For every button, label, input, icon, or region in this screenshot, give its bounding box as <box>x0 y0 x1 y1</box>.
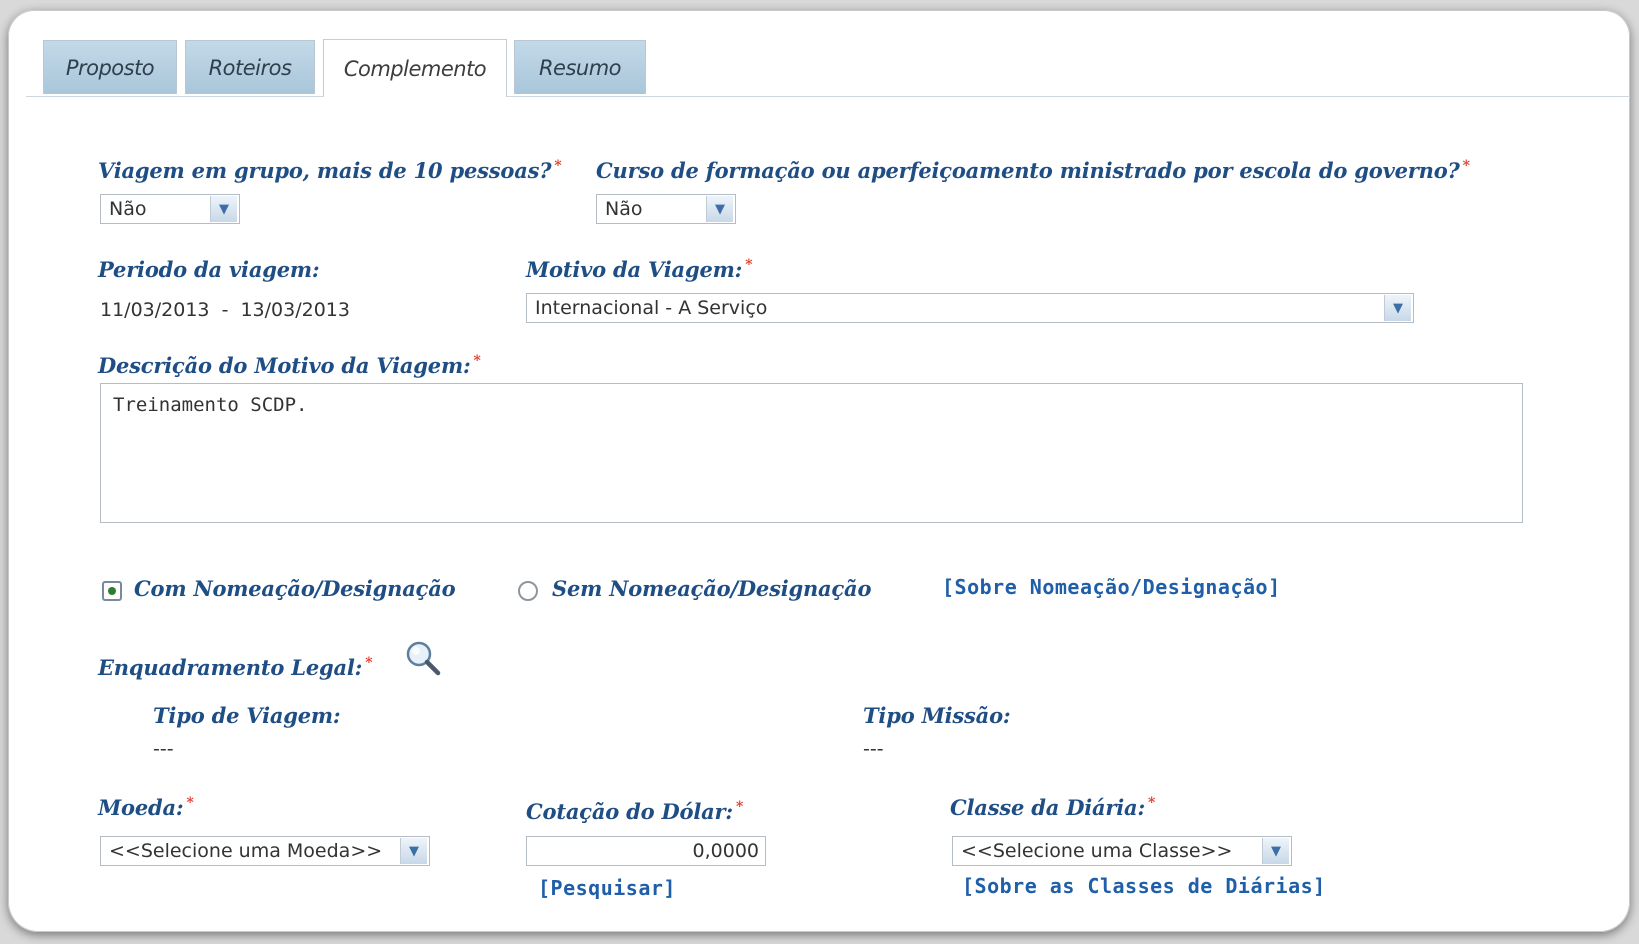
period-end: 13/03/2013 <box>240 299 350 321</box>
daily-class-label: Classe da Diária: * <box>950 795 1156 820</box>
currency-label: Moeda: * <box>98 795 194 820</box>
period-label: Periodo da viagem: <box>98 257 320 282</box>
with-nomination-radio[interactable] <box>102 581 122 601</box>
tab-label: Roteiros <box>208 55 292 80</box>
chevron-down-icon: ▼ <box>1262 838 1289 864</box>
period-value: 11/03/2013 - 13/03/2013 <box>100 299 350 321</box>
tab-label: Complemento <box>343 56 487 81</box>
form-panel: Proposto Roteiros Complemento Resumo Via… <box>8 10 1630 932</box>
legal-label: Enquadramento Legal: * <box>98 655 373 680</box>
chevron-down-icon: ▼ <box>1384 295 1411 321</box>
description-textarea[interactable]: Treinamento SCDP. <box>100 383 1523 523</box>
about-nomination-link[interactable]: [Sobre Nomeação/Designação] <box>942 575 1281 599</box>
motive-select[interactable]: Internacional - A Serviço ▼ <box>526 293 1414 323</box>
course-label: Curso de formação ou aperfeiçoamento min… <box>596 158 1470 183</box>
tab-complemento[interactable]: Complemento <box>323 39 507 97</box>
chevron-down-icon: ▼ <box>210 196 237 222</box>
search-dollar-link[interactable]: [Pesquisar] <box>538 876 676 900</box>
without-nomination-radio[interactable] <box>518 581 538 601</box>
group-travel-select[interactable]: Não ▼ <box>100 194 240 224</box>
description-label: Descrição do Motivo da Viagem: * <box>98 353 481 378</box>
search-icon[interactable] <box>404 639 444 679</box>
mission-type-value: --- <box>863 738 884 760</box>
period-start: 11/03/2013 <box>100 299 210 321</box>
motive-label: Motivo da Viagem: * <box>526 257 753 282</box>
chevron-down-icon: ▼ <box>400 838 427 864</box>
chevron-down-icon: ▼ <box>706 196 733 222</box>
trip-type-value: --- <box>153 738 174 760</box>
period-separator: - <box>221 299 229 321</box>
tab-roteiros[interactable]: Roteiros <box>185 40 315 94</box>
with-nomination-label: Com Nomeação/Designação <box>134 576 456 601</box>
trip-type-label: Tipo de Viagem: <box>153 703 341 728</box>
dollar-label: Cotação do Dólar: * <box>526 799 744 824</box>
daily-class-select[interactable]: <<Selecione uma Classe>> ▼ <box>952 836 1292 866</box>
mission-type-label: Tipo Missão: <box>863 703 1011 728</box>
currency-select[interactable]: <<Selecione uma Moeda>> ▼ <box>100 836 430 866</box>
tab-label: Proposto <box>65 55 155 80</box>
group-travel-label: Viagem em grupo, mais de 10 pessoas? * <box>98 158 562 183</box>
without-nomination-label: Sem Nomeação/Designação <box>552 576 872 601</box>
tab-bar: Proposto Roteiros Complemento Resumo <box>26 32 1630 97</box>
about-daily-class-link[interactable]: [Sobre as Classes de Diárias] <box>962 874 1326 898</box>
tab-proposto[interactable]: Proposto <box>43 40 177 94</box>
dollar-input[interactable]: 0,0000 <box>526 836 766 866</box>
course-select[interactable]: Não ▼ <box>596 194 736 224</box>
tab-label: Resumo <box>538 55 622 80</box>
tab-resumo[interactable]: Resumo <box>514 40 646 94</box>
